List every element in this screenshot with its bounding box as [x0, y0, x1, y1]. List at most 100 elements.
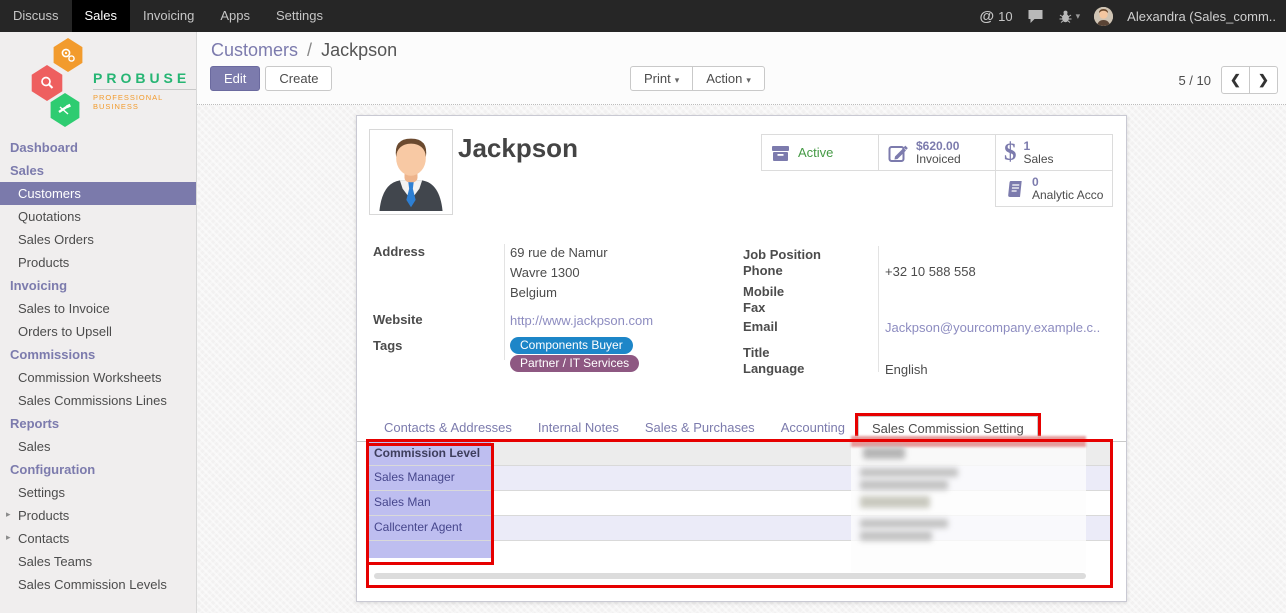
mentions-count: 10: [998, 9, 1012, 24]
breadcrumb-current: Jackpson: [321, 40, 397, 60]
sidebar-item-config-products[interactable]: ▸Products: [0, 504, 196, 527]
pager-next-button[interactable]: ❯: [1249, 66, 1278, 94]
sidebar-heading-commissions[interactable]: Commissions: [0, 343, 196, 366]
language-value: English: [885, 362, 928, 377]
book-icon: [1004, 178, 1025, 199]
redacted-value-column: [851, 436, 1086, 572]
mentions-counter[interactable]: @ 10: [980, 8, 1013, 25]
tab-internal-notes[interactable]: Internal Notes: [525, 416, 632, 441]
messages-icon[interactable]: [1027, 8, 1044, 24]
content-background: Jackpson Active: [197, 105, 1286, 613]
sidebar-heading-invoicing[interactable]: Invoicing: [0, 274, 196, 297]
caret-down-icon: ▾: [1076, 11, 1081, 22]
tab-sales-purchases[interactable]: Sales & Purchases: [632, 416, 768, 441]
menu-discuss[interactable]: Discuss: [0, 0, 72, 32]
sidebar-item-orders-to-upsell[interactable]: Orders to Upsell: [0, 320, 196, 343]
address-label: Address: [373, 244, 425, 259]
customer-name: Jackpson: [458, 133, 578, 164]
active-toggle-button[interactable]: Active: [761, 134, 879, 171]
topbar-spacer: [336, 0, 980, 32]
language-label: Language: [743, 361, 804, 376]
tab-accounting[interactable]: Accounting: [768, 416, 858, 441]
expander-icon: ▸: [6, 509, 11, 520]
print-dropdown-button[interactable]: Print▾: [630, 66, 693, 91]
analytic-accounts-stat-button[interactable]: 0 Analytic Acco...: [995, 170, 1113, 207]
caret-down-icon: ▾: [746, 75, 751, 85]
sidebar-item-sales-to-invoice[interactable]: Sales to Invoice: [0, 297, 196, 320]
logo-title: PROBUSE: [93, 70, 190, 86]
user-menu[interactable]: Alexandra (Sales_comm..: [1127, 9, 1276, 24]
tab-contacts-addresses[interactable]: Contacts & Addresses: [371, 416, 525, 441]
pager-value: 5 / 10: [1178, 73, 1211, 88]
table-horizontal-scrollbar[interactable]: [374, 573, 1086, 579]
top-menu: Discuss Sales Invoicing Apps Settings: [0, 0, 336, 32]
company-logo[interactable]: PROBUSE PROFESSIONAL BUSINESS: [0, 32, 196, 128]
control-panel: Customers / Jackpson Edit Create Print▾ …: [197, 32, 1286, 105]
menu-apps[interactable]: Apps: [207, 0, 263, 32]
phone-value: +32 10 588 558: [885, 264, 976, 279]
archive-icon: [770, 143, 791, 163]
sales-stat-button[interactable]: $ 1 Sales: [995, 134, 1113, 171]
stat-button-box: Active $620.00: [759, 134, 1113, 207]
fax-label: Fax: [743, 300, 765, 315]
sidebar-item-sales-commissions-lines[interactable]: Sales Commissions Lines: [0, 389, 196, 412]
tags-label: Tags: [373, 338, 402, 353]
job-position-label: Job Position: [743, 247, 821, 262]
sidebar-heading-dashboard[interactable]: Dashboard: [0, 136, 196, 159]
top-navbar: Discuss Sales Invoicing Apps Settings @ …: [0, 0, 1286, 32]
sidebar-item-sales-teams[interactable]: Sales Teams: [0, 550, 196, 573]
sidebar-item-settings[interactable]: Settings: [0, 481, 196, 504]
caret-down-icon: ▾: [675, 75, 680, 85]
tag-partner-it-services[interactable]: Partner / IT Services: [510, 355, 639, 372]
main-area: Customers / Jackpson Edit Create Print▾ …: [197, 32, 1286, 613]
address-country: Belgium: [510, 285, 557, 300]
logo-subtitle: PROFESSIONAL BUSINESS: [93, 89, 196, 111]
edit-button[interactable]: Edit: [210, 66, 260, 91]
menu-sales[interactable]: Sales: [72, 0, 131, 32]
sidebar: PROBUSE PROFESSIONAL BUSINESS Dashboard …: [0, 32, 197, 613]
customer-photo[interactable]: [369, 129, 453, 215]
phone-label: Phone: [743, 263, 783, 278]
debug-bug-icon[interactable]: ▾: [1058, 9, 1081, 24]
title-label: Title: [743, 345, 770, 360]
at-icon: @: [980, 8, 995, 25]
redacted-header-highlight: [851, 436, 1086, 447]
commission-level-header[interactable]: Commission Level: [369, 442, 491, 465]
email-label: Email: [743, 319, 778, 334]
pager-previous-button[interactable]: ❮: [1221, 66, 1250, 94]
sidebar-heading-configuration[interactable]: Configuration: [0, 458, 196, 481]
address-city: Wavre 1300: [510, 265, 580, 280]
invoiced-stat-button[interactable]: $620.00 Invoiced: [878, 134, 996, 171]
logo-hexagon-tools-icon: [49, 93, 81, 127]
user-avatar[interactable]: [1094, 7, 1113, 26]
mobile-label: Mobile: [743, 284, 784, 299]
sidebar-item-sales-report[interactable]: Sales: [0, 435, 196, 458]
sidebar-heading-reports[interactable]: Reports: [0, 412, 196, 435]
field-divider: [504, 244, 505, 360]
sidebar-item-commission-worksheets[interactable]: Commission Worksheets: [0, 366, 196, 389]
tag-components-buyer[interactable]: Components Buyer: [510, 337, 633, 354]
breadcrumb: Customers / Jackpson: [211, 40, 397, 61]
action-dropdown-button[interactable]: Action▾: [692, 66, 765, 91]
menu-settings[interactable]: Settings: [263, 0, 336, 32]
sidebar-item-sales-orders[interactable]: Sales Orders: [0, 228, 196, 251]
sidebar-item-quotations[interactable]: Quotations: [0, 205, 196, 228]
website-link[interactable]: http://www.jackpson.com: [510, 313, 653, 328]
menu-invoicing[interactable]: Invoicing: [130, 0, 207, 32]
sidebar-nav: Dashboard Sales Customers Quotations Sal…: [0, 136, 196, 596]
sidebar-item-customers[interactable]: Customers: [0, 182, 196, 205]
expander-icon: ▸: [6, 532, 11, 543]
app-window: Discuss Sales Invoicing Apps Settings @ …: [0, 0, 1286, 613]
sidebar-heading-sales[interactable]: Sales: [0, 159, 196, 182]
commission-table: Commission Level Sales Manager Sales Man…: [369, 442, 1113, 588]
customer-form-sheet: Jackpson Active: [356, 115, 1127, 602]
create-button[interactable]: Create: [265, 66, 332, 91]
sidebar-item-config-contacts[interactable]: ▸Contacts: [0, 527, 196, 550]
invoice-edit-icon: [887, 142, 909, 164]
sidebar-item-products[interactable]: Products: [0, 251, 196, 274]
email-link[interactable]: Jackpson@yourcompany.example.c..: [885, 320, 1100, 335]
sidebar-item-sales-commission-levels[interactable]: Sales Commission Levels: [0, 573, 196, 596]
address-street: 69 rue de Namur: [510, 245, 608, 260]
logo-hexagon-magnifier-icon: [30, 65, 64, 101]
breadcrumb-customers-link[interactable]: Customers: [211, 40, 298, 60]
